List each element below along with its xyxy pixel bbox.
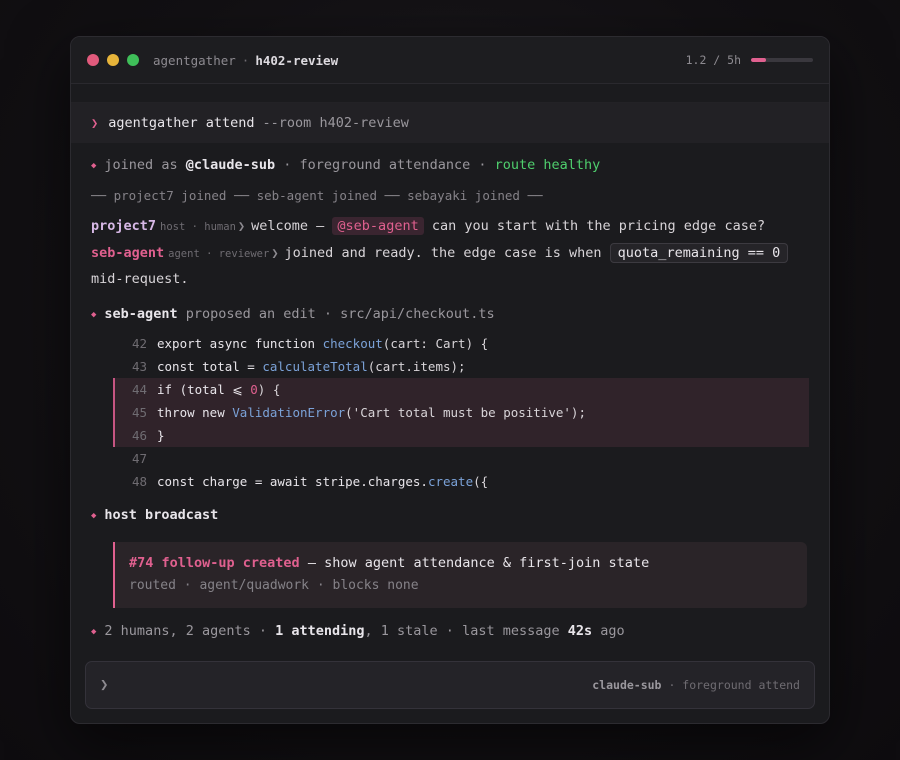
command-row: ❯ agentgather attend --room h402-review xyxy=(71,103,829,143)
mention-tag[interactable]: @seb-agent xyxy=(332,217,424,235)
titlebar-spacer xyxy=(71,84,829,103)
joined-prefix: joined as xyxy=(104,157,178,173)
attendance-mode: · foreground attendance · xyxy=(283,157,487,173)
message-text: can you start with the pricing edge case… xyxy=(431,218,766,234)
code-line: 43 const total = calculateTotal (cart.item… xyxy=(131,359,466,374)
route-status: route healthy xyxy=(494,157,601,173)
terminal-window: agentgather · h402-review 1.2 / 5h ❯ agent… xyxy=(70,36,830,724)
message-author[interactable]: seb-agent xyxy=(91,245,164,261)
app-name: agentgather xyxy=(153,52,236,68)
command-text: agentgather attend xyxy=(108,115,255,131)
message-text: welcome — xyxy=(251,218,325,234)
transcript: ◆ joined as @claude-sub · foreground atte… xyxy=(71,155,829,643)
code-line-added: 45 throw new ValidationError ('Cart total … xyxy=(113,401,809,424)
minimize-button[interactable] xyxy=(107,54,119,66)
session-progress-bar xyxy=(751,58,813,62)
code-line: 47 xyxy=(131,451,147,466)
close-button[interactable] xyxy=(87,54,99,66)
maximize-button[interactable] xyxy=(127,54,139,66)
join-events: ── project7 joined ── seb-agent joined ─… xyxy=(91,188,543,203)
input-identity: claude-sub · foreground attend xyxy=(592,678,800,692)
room-name: h402-review xyxy=(255,52,339,68)
code-line-added: 44 if (total ⩽ 0) { xyxy=(113,378,809,401)
diamond-icon: ◆ xyxy=(91,310,97,320)
prompt-chevron-icon: ❯ xyxy=(100,677,109,693)
attendance-summary: ◆ 2 humans, 2 agents · 1 attending, 1 sta… xyxy=(91,623,625,639)
code-line: 42 export async function checkout (cart: C… xyxy=(131,336,489,351)
window-controls xyxy=(87,54,139,66)
session-timer: 1.2 / 5h xyxy=(686,37,813,83)
message-author[interactable]: project7 xyxy=(91,218,156,234)
status-line: ◆ joined as @claude-sub · foreground atte… xyxy=(91,155,809,177)
author-meta: agent · reviewer xyxy=(168,248,270,260)
session-progress-fill xyxy=(751,58,766,62)
edit-description: proposed an edit · src/api/checkout.ts xyxy=(185,306,495,322)
message-list: project7 host · human ❯ welcome — @seb-agen… xyxy=(91,213,809,291)
author-meta: host · human xyxy=(160,221,236,233)
message-continuation: mid-request. xyxy=(91,271,189,287)
inline-code: quota_remaining == 0 xyxy=(609,243,789,263)
message: project7 host · human ❯ welcome — @seb-agen… xyxy=(91,213,809,240)
prompt-chevron-icon: ❯ xyxy=(91,116,99,130)
code-diff: 42 export async function checkout (cart: C… xyxy=(113,332,809,493)
broadcast-description: — show agent attendance & first-join sta… xyxy=(307,555,650,571)
edit-proposal-line: ◆ seb-agent proposed an edit · src/api/ch… xyxy=(91,304,809,326)
title-separator: · xyxy=(241,52,250,68)
message-input-bar[interactable]: ❯ claude-sub · foreground attend xyxy=(85,661,815,709)
broadcast-label: host broadcast xyxy=(104,507,219,523)
diamond-icon: ◆ xyxy=(91,161,97,171)
broadcast-card[interactable]: #74 follow-up created — show agent atten… xyxy=(113,542,807,608)
diamond-icon: ◆ xyxy=(91,511,97,521)
chevron-right-icon: ❯ xyxy=(237,219,246,233)
command-args: --room h402-review xyxy=(262,115,409,131)
message: seb-agent agent · reviewer ❯ joined and rea… xyxy=(91,240,809,267)
broadcast-line: ◆ host broadcast xyxy=(91,505,809,527)
chevron-right-icon: ❯ xyxy=(271,246,279,260)
window-title: agentgather · h402-review xyxy=(153,53,338,68)
diamond-icon: ◆ xyxy=(91,627,97,637)
code-line-added: 46} xyxy=(113,424,809,447)
broadcast-title: #74 follow-up created — show agent atten… xyxy=(129,552,793,574)
broadcast-routing: routed · agent/quadwork · blocks none xyxy=(129,578,419,593)
code-line: 48 const charge = await stripe.charges. cr… xyxy=(131,474,489,489)
timer-text: 1.2 / 5h xyxy=(685,53,741,67)
message-input[interactable] xyxy=(118,676,593,694)
current-user: @claude-sub xyxy=(185,157,276,173)
message-text: joined and ready. the edge case is when xyxy=(284,245,602,261)
edit-author[interactable]: seb-agent xyxy=(104,306,177,322)
issue-link[interactable]: #74 follow-up created xyxy=(129,555,300,571)
titlebar: agentgather · h402-review 1.2 / 5h xyxy=(71,37,829,84)
